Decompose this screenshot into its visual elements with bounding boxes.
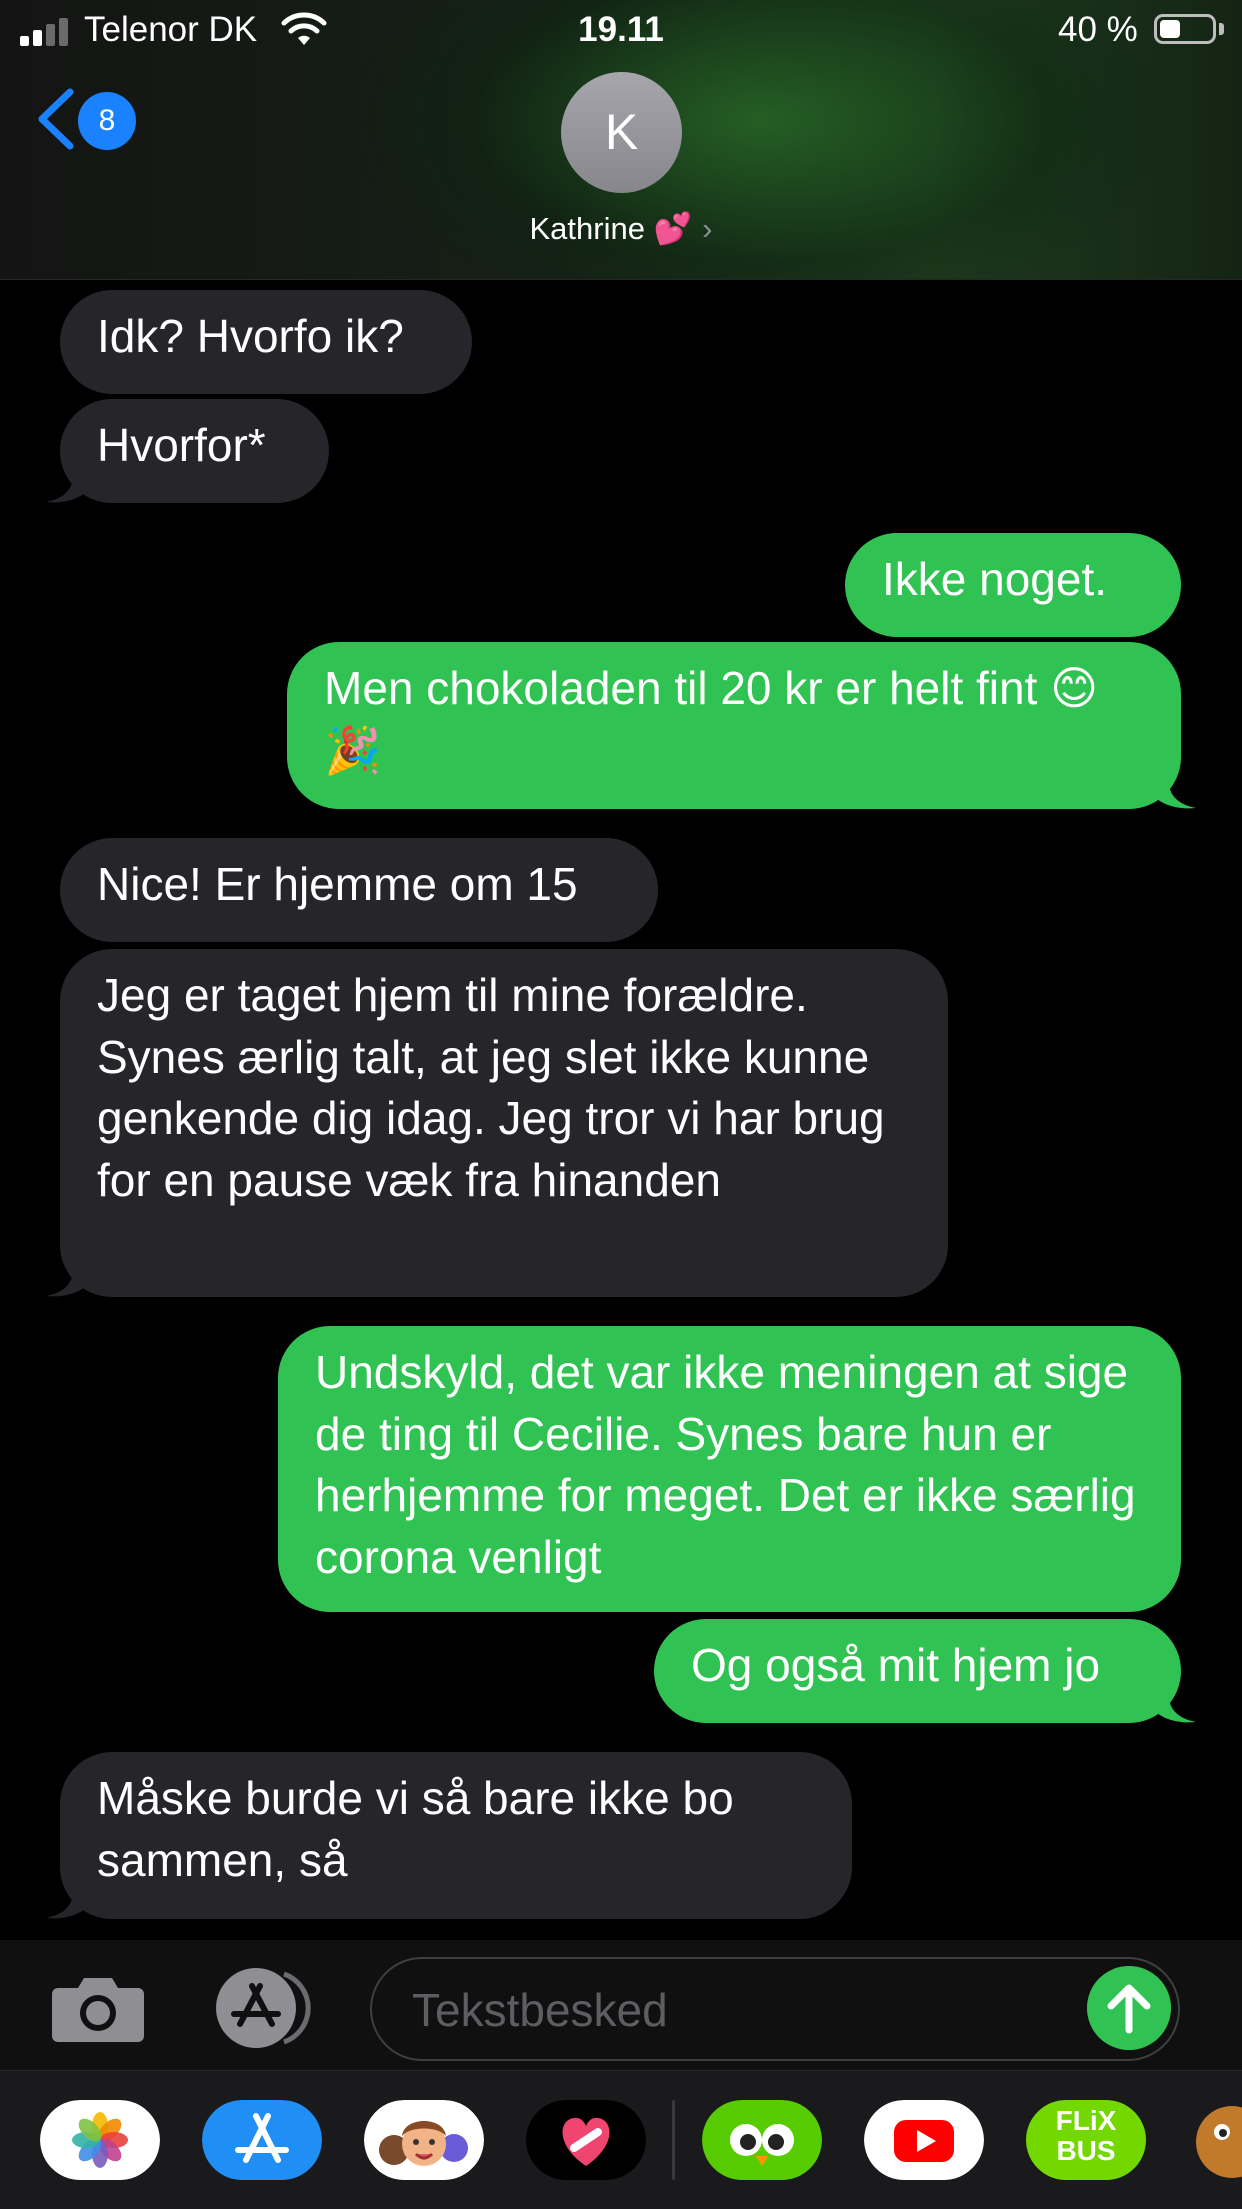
message-text: Undskyld, det var ikke meningen at sige … (315, 1346, 1136, 1583)
contact-name: Kathrine 💕 (529, 211, 693, 246)
message-bubble-incoming[interactable]: Idk? Hvorfo ik? (60, 290, 472, 394)
message-text: Ikke noget. (882, 553, 1108, 605)
chevron-right-icon: › (702, 211, 713, 246)
message-bubble-incoming[interactable]: Hvorfor* (60, 399, 329, 503)
bubble-tail (46, 470, 90, 503)
flixbus-icon[interactable]: FLiX BUS (1026, 2100, 1146, 2180)
battery-icon (1154, 14, 1216, 44)
back-chevron-icon[interactable] (32, 86, 78, 152)
message-bubble-outgoing[interactable]: Undskyld, det var ikke meningen at sige … (278, 1326, 1181, 1612)
bubble-tail (46, 1886, 90, 1919)
message-bubble-incoming[interactable]: Måske burde vi så bare ikke bo sammen, s… (60, 1752, 852, 1919)
message-text: Nice! Er hjemme om 15 (97, 858, 578, 910)
bubble-tail (1152, 776, 1196, 809)
app-store-icon[interactable] (208, 1966, 320, 2050)
camera-icon[interactable] (50, 1972, 146, 2044)
memoji-icon[interactable] (364, 2100, 484, 2180)
flixbus-label: FLiX BUS (1055, 2105, 1117, 2166)
message-text: Jeg er taget hjem til mine forældre. Syn… (97, 969, 885, 1206)
message-text: Idk? Hvorfo ik? (97, 310, 404, 362)
message-text: Hvorfor* (97, 419, 266, 471)
conversation-header: Telenor DK 19.11 40 % 8 K Kathrine 💕 › (0, 0, 1242, 280)
message-bubble-incoming[interactable]: Nice! Er hjemme om 15 (60, 838, 658, 942)
battery-level-fill (1160, 20, 1180, 38)
message-bubble-incoming[interactable]: Jeg er taget hjem til mine forældre. Syn… (60, 949, 948, 1297)
message-bubble-outgoing[interactable]: Men chokoladen til 20 kr er helt fint 😊🎉 (287, 642, 1181, 809)
message-bubble-outgoing[interactable]: Og også mit hjem jo (654, 1619, 1181, 1723)
message-text: Men chokoladen til 20 kr er helt fint 😊🎉 (324, 662, 1099, 776)
status-bar: Telenor DK 19.11 40 % (0, 0, 1242, 64)
unread-count-badge[interactable]: 8 (78, 92, 136, 150)
bubble-tail (46, 1264, 90, 1297)
app-drawer-divider (672, 2100, 675, 2180)
message-input[interactable] (410, 1979, 1054, 2041)
message-input-field[interactable] (370, 1957, 1180, 2061)
contact-name-button[interactable]: Kathrine 💕 › (0, 210, 1242, 247)
message-text: Måske burde vi så bare ikke bo sammen, s… (97, 1772, 734, 1886)
message-bubble-outgoing[interactable]: Ikke noget. (845, 533, 1181, 637)
contact-avatar[interactable]: K (561, 72, 682, 193)
arrow-up-icon[interactable] (1087, 1966, 1171, 2050)
battery-tip (1219, 23, 1224, 35)
battery-percentage: 40 % (1058, 10, 1138, 49)
status-time: 19.11 (578, 10, 664, 49)
app-store-icon[interactable] (202, 2100, 322, 2180)
bubble-tail (1152, 1690, 1196, 1723)
photos-icon[interactable] (40, 2100, 160, 2180)
youtube-icon[interactable] (864, 2100, 984, 2180)
message-text: Og også mit hjem jo (691, 1639, 1101, 1691)
owl-icon[interactable] (702, 2100, 822, 2180)
heart-touch-icon[interactable] (526, 2100, 646, 2180)
